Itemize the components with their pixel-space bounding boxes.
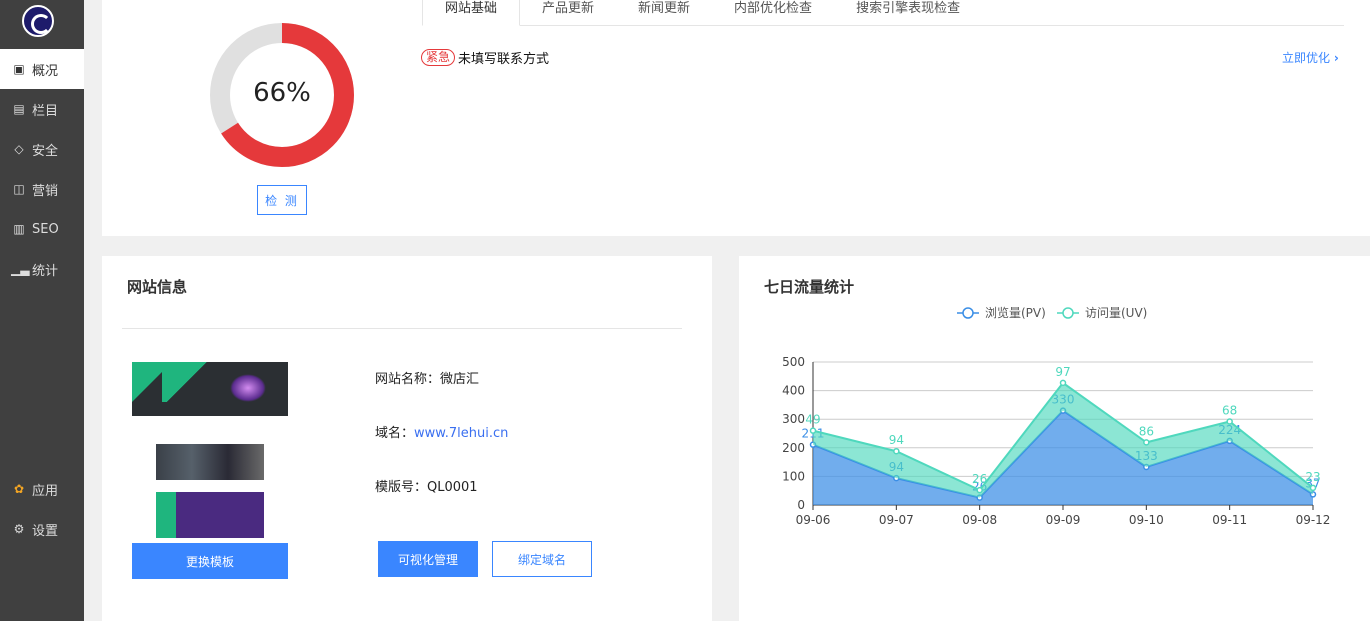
data-label: 68: [1222, 403, 1237, 417]
sidebar-item-seo[interactable]: ▥ SEO: [0, 209, 84, 249]
sidebar-item-label: 营销: [32, 183, 59, 199]
printer-icon: ▥: [13, 222, 25, 236]
chevron-right-icon: ›: [1333, 51, 1339, 65]
sidebar-item-label: 应用: [32, 483, 59, 499]
site-name-label: 网站名称：: [375, 372, 441, 387]
book-icon: ◫: [13, 182, 25, 196]
data-point: [1226, 418, 1233, 425]
site-template: 模版号：QL0001: [375, 476, 478, 495]
data-point: [1143, 439, 1150, 446]
data-point: [1059, 379, 1067, 387]
score-percent: 66%: [253, 78, 311, 108]
data-point: [809, 427, 817, 434]
tab-product-update[interactable]: 产品更新: [520, 0, 616, 26]
x-tick-label: 09-11: [1212, 513, 1247, 527]
y-tick-label: 100: [782, 469, 805, 483]
sidebar-item-apps[interactable]: ✿ 应用: [0, 469, 84, 509]
urgent-badge: 紧急: [421, 49, 456, 66]
x-tick-label: 09-07: [879, 513, 914, 527]
logo[interactable]: [22, 5, 54, 37]
data-point: [976, 486, 983, 494]
document-icon: ▤: [13, 102, 25, 116]
optimize-now-label: 立即优化: [1282, 51, 1331, 65]
divider: [122, 328, 682, 329]
score-card: 66% 检 测 网站基础 产品更新 新闻更新 内部优化检查 搜索引擎表现检查 紧…: [102, 0, 1370, 236]
legend-label: 访问量(UV): [1085, 306, 1147, 320]
site-info-card: 网站信息 更换模板 网站名称：微店汇 域名：www.7lehui.cn 模版号：…: [102, 256, 712, 621]
data-label: 86: [1139, 424, 1154, 438]
apps-icon: ✿: [13, 482, 25, 496]
y-tick-label: 500: [782, 355, 805, 369]
tab-internal-optimization[interactable]: 内部优化检查: [712, 0, 834, 26]
change-template-button[interactable]: 更换模板: [132, 543, 288, 579]
x-tick-label: 09-12: [1296, 513, 1331, 527]
bind-domain-button[interactable]: 绑定域名: [492, 541, 592, 577]
template-label: 模版号：: [375, 480, 428, 495]
data-point: [893, 447, 900, 455]
data-point: [1309, 484, 1317, 492]
sidebar-item-label: 概况: [32, 63, 59, 79]
legend-label: 浏览量(PV): [985, 305, 1046, 320]
template-thumbnail: [132, 346, 288, 538]
sidebar-item-label: SEO: [32, 221, 59, 237]
dashboard-icon: ▣: [13, 62, 25, 76]
sidebar: ▣ 概况 ▤ 栏目 ◇ 安全 ◫ 营销 ▥ SEO ▁▃ 统计 ✿ 应用 ⚙ 设置: [0, 0, 84, 621]
y-tick-label: 400: [782, 384, 805, 398]
site-domain: 域名：www.7lehui.cn: [375, 422, 508, 441]
bar-chart-icon: ▁▃: [11, 262, 30, 276]
site-info-title: 网站信息: [127, 278, 188, 296]
data-label: 94: [889, 433, 904, 447]
sidebar-item-label: 栏目: [32, 103, 59, 119]
sidebar-item-marketing[interactable]: ◫ 营销: [0, 169, 84, 209]
sidebar-item-columns[interactable]: ▤ 栏目: [0, 89, 84, 129]
data-label: 97: [1055, 365, 1070, 379]
sidebar-item-overview[interactable]: ▣ 概况: [0, 49, 84, 89]
data-label: 23: [1305, 470, 1320, 484]
domain-link[interactable]: www.7lehui.cn: [414, 426, 508, 441]
site-name-value: 微店汇: [440, 372, 480, 387]
data-label: 49: [805, 413, 820, 427]
gear-icon: ⚙: [13, 522, 25, 536]
detect-button[interactable]: 检 测: [257, 185, 307, 215]
issue-text: 未填写联系方式: [458, 52, 550, 67]
site-name: 网站名称：微店汇: [375, 368, 479, 387]
y-tick-label: 0: [797, 498, 805, 512]
sidebar-item-stats[interactable]: ▁▃ 统计: [0, 249, 84, 289]
domain-label: 域名：: [375, 426, 415, 441]
tab-search-engine[interactable]: 搜索引擎表现检查: [834, 0, 982, 26]
tag-icon: ◇: [14, 142, 24, 156]
tab-site-basic[interactable]: 网站基础: [422, 0, 521, 26]
legend-marker: [962, 307, 974, 319]
check-tabs: 网站基础 产品更新 新闻更新 内部优化检查 搜索引擎表现检查: [422, 0, 1344, 26]
visual-manage-button[interactable]: 可视化管理: [378, 541, 478, 577]
template-value: QL0001: [427, 480, 478, 495]
sidebar-item-label: 设置: [32, 523, 59, 539]
optimize-now-link[interactable]: 立即优化 ›: [1282, 49, 1339, 66]
y-tick-label: 300: [782, 412, 805, 426]
traffic-chart: 0 100 200 300 400 500 09-06 09-07 09-08 09-09 09-1…: [782, 305, 1331, 527]
sidebar-item-settings[interactable]: ⚙ 设置: [0, 509, 84, 549]
x-tick-label: 09-10: [1129, 513, 1164, 527]
legend-marker: [1062, 307, 1074, 319]
sidebar-item-label: 安全: [32, 143, 59, 159]
traffic-card: 七日流量统计 0 100 200 300 400 500 09-06 09-07 09-08 09…: [739, 256, 1370, 621]
sidebar-item-security[interactable]: ◇ 安全: [0, 129, 84, 169]
x-tick-label: 09-08: [962, 513, 997, 527]
x-tick-label: 09-09: [1046, 513, 1081, 527]
y-tick-label: 200: [782, 441, 805, 455]
data-label: 26: [972, 472, 987, 486]
sidebar-item-label: 统计: [32, 263, 59, 279]
issue-row: 紧急 未填写联系方式: [421, 48, 549, 67]
tab-news-update[interactable]: 新闻更新: [616, 0, 712, 26]
x-tick-label: 09-06: [796, 513, 831, 527]
